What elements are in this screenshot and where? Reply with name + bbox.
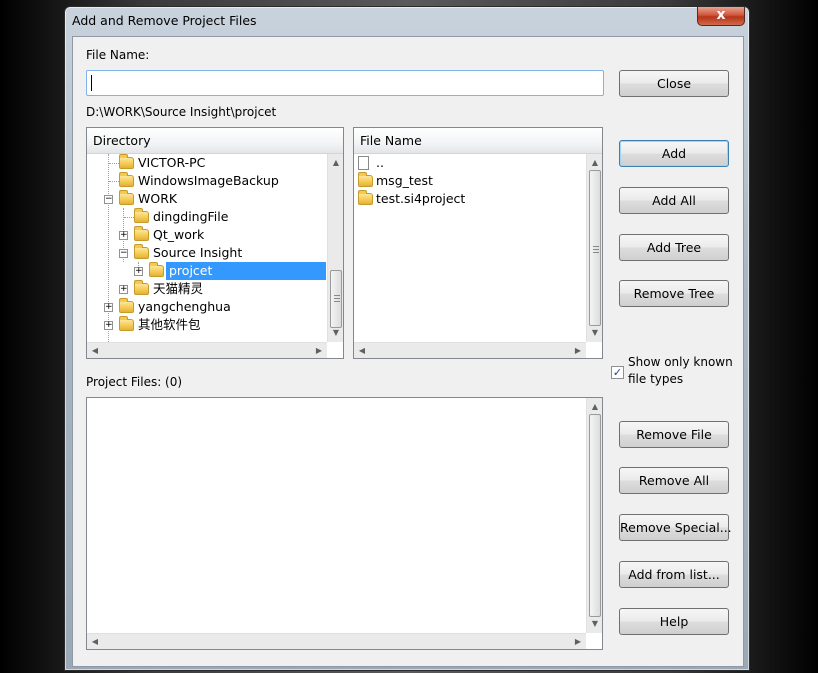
dialog-client-area: File Name: D:\WORK\Source Insight\projce… [72,36,744,667]
directory-horizontal-scrollbar[interactable]: ◀ ▶ [87,342,327,358]
folder-icon [119,316,134,331]
scroll-thumb[interactable] [589,170,601,326]
folder-icon [134,226,149,241]
file-list-vertical-scrollbar[interactable]: ▲ ▼ [586,154,602,342]
project-files-horizontal-scrollbar[interactable]: ◀ ▶ [87,633,586,649]
grip-line [593,252,599,253]
folder-icon [134,280,149,295]
file-item-label: test.si4project [376,191,466,206]
file-name-input[interactable] [86,70,604,96]
scroll-thumb[interactable] [330,270,342,328]
close-button[interactable]: Close [619,70,729,97]
tree-line [109,163,119,164]
current-path: D:\WORK\Source Insight\projcet [86,105,277,119]
project-files-list[interactable]: ▲ ▼ ◀ ▶ [86,397,603,650]
tree-item-label: 天猫精灵 [153,281,204,296]
expand-toggle[interactable]: + [119,231,128,240]
add-all-button[interactable]: Add All [619,187,729,214]
scroll-right-arrow[interactable]: ▶ [570,344,586,358]
file-list[interactable]: File Name .. msg_test test.si4project ▲ [353,127,603,359]
expand-toggle[interactable]: + [104,303,113,312]
tree-item-label: Qt_work [153,227,205,242]
tree-line [109,181,119,182]
show-known-types-label-line2: file types [628,372,684,386]
remove-file-button[interactable]: Remove File [619,421,729,448]
add-button[interactable]: Add [619,140,729,167]
collapse-toggle[interactable]: − [119,249,128,258]
show-known-types-checkbox[interactable]: ✓ [611,366,624,379]
show-known-types-label-line1: Show only known [628,355,733,369]
help-button[interactable]: Help [619,608,729,635]
folder-icon [119,172,134,187]
directory-column-header[interactable]: Directory [87,128,343,154]
scroll-up-arrow[interactable]: ▲ [587,156,603,170]
remove-all-button[interactable]: Remove All [619,467,729,494]
grip-line [334,298,340,299]
tree-item-label: WindowsImageBackup [138,173,279,188]
grip-line [334,301,340,302]
directory-tree[interactable]: Directory VICTOR-PC WindowsImageBackup −… [86,127,344,359]
directory-vertical-scrollbar[interactable]: ▲ ▼ [327,154,343,342]
scroll-thumb[interactable] [589,414,601,617]
scroll-down-arrow[interactable]: ▼ [328,326,344,340]
folder-icon [134,208,149,223]
scroll-down-arrow[interactable]: ▼ [587,617,603,631]
scroll-up-arrow[interactable]: ▲ [328,156,344,170]
tree-line [108,154,109,346]
file-name-column-header[interactable]: File Name [354,128,602,154]
tree-item-label: WORK [138,191,178,206]
grip-line [593,249,599,250]
project-files-label: Project Files: (0) [86,375,183,389]
add-tree-button[interactable]: Add Tree [619,234,729,261]
expand-toggle[interactable]: + [104,321,113,330]
tree-item-label: dingdingFile [153,209,229,224]
scroll-down-arrow[interactable]: ▼ [587,326,603,340]
file-list-horizontal-scrollbar[interactable]: ◀ ▶ [354,342,586,358]
scroll-left-arrow[interactable]: ◀ [87,344,103,358]
grip-line [593,246,599,247]
show-known-types-option[interactable]: ✓ Show only known file types [611,355,741,391]
dialog-window: Add and Remove Project Files x File Name… [64,6,750,671]
scroll-right-arrow[interactable]: ▶ [311,344,327,358]
folder-icon [134,244,149,259]
file-item-label: .. [376,155,384,170]
window-title: Add and Remove Project Files [72,13,257,28]
folder-icon [358,172,373,187]
remove-special-button[interactable]: Remove Special... [619,514,732,541]
text-caret [91,75,92,91]
tree-line [124,217,134,218]
tree-item-label: yangchenghua [138,299,231,314]
window-close-button[interactable]: x [697,7,745,26]
scroll-left-arrow[interactable]: ◀ [354,344,370,358]
remove-tree-button[interactable]: Remove Tree [619,280,729,307]
expand-toggle[interactable]: + [119,285,128,294]
folder-icon [119,298,134,313]
tree-item-label: VICTOR-PC [138,155,206,170]
grip-line [334,295,340,296]
add-from-list-button[interactable]: Add from list... [619,561,729,588]
folder-icon [119,190,134,205]
project-files-vertical-scrollbar[interactable]: ▲ ▼ [586,398,602,633]
tree-item-label: 其他软件包 [138,317,201,332]
folder-icon [358,190,373,205]
tree-item-label-selected: projcet [166,262,326,280]
tree-item-label: Source Insight [153,245,243,260]
file-name-label: File Name: [86,48,150,62]
scroll-right-arrow[interactable]: ▶ [570,635,586,649]
folder-icon [119,154,134,169]
scroll-up-arrow[interactable]: ▲ [587,400,603,414]
document-icon [358,156,369,170]
scroll-left-arrow[interactable]: ◀ [87,635,103,649]
collapse-toggle[interactable]: − [104,195,113,204]
file-item-label: msg_test [376,173,433,188]
folder-icon [149,262,164,277]
expand-toggle[interactable]: + [134,267,143,276]
